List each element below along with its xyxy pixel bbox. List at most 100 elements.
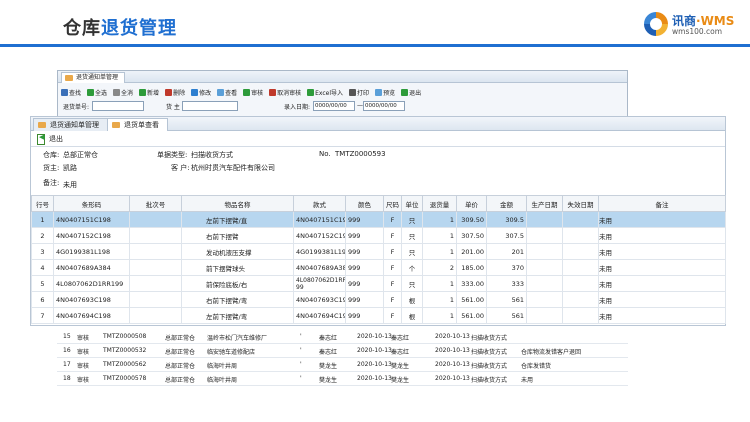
cell-price: 333.00 [456,275,487,292]
column-header[interactable]: 单价 [456,195,487,212]
list-cell-no: TMTZ0000532 [103,347,147,354]
tab-return-notice[interactable]: 退货通知单管理 [33,118,108,131]
cell-barcode: 4N0407152C198 [53,227,130,244]
cell-remark: 未用 [598,291,726,308]
cell-exp [562,243,599,260]
toolbar-button-12[interactable]: 退出 [401,88,421,97]
cell-style: 4G0199381L198 [293,243,346,260]
no-label: No. [319,150,331,158]
list-cell-idx: 17 [63,361,71,368]
toolbar-button-10[interactable]: 打印 [349,88,369,97]
list-cell-status: 审核 [77,349,90,356]
cell-size: F [383,211,402,228]
toolbar-button-label: 预览 [383,89,396,97]
date-from-input[interactable]: 0000/00/00 [313,101,355,111]
cell-price: 307.50 [456,227,487,244]
list-item[interactable]: 15 审核 TMTZ0000508 总部正常仓 温岭市松门汽车维修厂 ' 秦志红 2020-1… [57,330,628,344]
list-item[interactable]: 16 审核 TMTZ0000532 总部正常仓 临安驰车道修配店 ' 秦志红 2020-10-… [57,344,628,358]
cell-mfg [526,211,563,228]
toolbar-button-6[interactable]: 查看 [217,88,237,97]
toolbar-button-11[interactable]: 预览 [375,88,395,97]
column-header[interactable]: 尺码 [383,195,402,212]
warehouse-value: 总部正常仓 [63,151,98,159]
cell-color: 999 [345,307,384,324]
table-row[interactable]: 5 4L0807062D1RR199 前保险底板/右 4L0807062D1RR1 9… [31,275,726,292]
owner-input[interactable] [182,101,238,111]
folder-icon [65,75,73,81]
cell-qty: 1 [422,291,457,308]
toolbar-button-label: 取消审核 [277,89,302,97]
list-item[interactable]: 18 审核 TMTZ0000578 总部正常仓 临海叶井周 ' 樊龙生 2020-10-13 樊… [57,372,628,386]
column-header[interactable]: 款式 [293,195,346,212]
exit-button[interactable]: 退出 [37,133,63,145]
table-row[interactable]: 1 4N0407151C198 左前下摆臂/直 4N0407151C198 999 F 只 1… [31,211,726,228]
list-cell-date: 2020-10-13 [357,333,392,340]
column-header[interactable]: 条形码 [53,195,130,212]
items-table: 行号 条形码 批次号 物品名称 款式 颜色 尺码 单位 退货量 单价 金额 生产日期 失效日期 备注 14… [31,195,726,324]
column-header[interactable]: 金额 [486,195,527,212]
bg-list: 15 审核 TMTZ0000508 总部正常仓 温岭市松门汽车维修厂 ' 秦志红 2020-1… [57,330,628,390]
toolbar-button-8[interactable]: 取消审核 [269,88,301,97]
table-row[interactable]: 3 4G0199381L198 发动机液压支撑 4G0199381L198 999 F 只 1… [31,243,726,260]
cell-barcode: 4L0807062D1RR199 [53,275,130,292]
toolbar-button-9[interactable]: Excel导入 [307,88,343,97]
toolbar-button-7[interactable]: 审核 [243,88,263,97]
column-header[interactable]: 备注 [598,195,726,212]
table-row[interactable]: 7 4N0407694C198 左前下摆臂/弯 4N0407694C198 999 F 根 1… [31,307,726,324]
list-item[interactable]: 17 审核 TMTZ0000562 总部正常仓 临海叶井周 ' 樊龙生 2020-10-13 樊… [57,358,628,372]
exit-label: 退出 [49,134,63,143]
edit-icon [191,88,199,96]
toolbar-button-5[interactable]: 修改 [191,88,211,97]
toolbar-button-3[interactable]: 新增 [139,88,159,97]
table-row[interactable]: 4 4N0407689A384 前下摆臂球头 4N0407689A384 999 F 个 2 1… [31,259,726,276]
cell-unit: 只 [401,275,423,292]
list-cell-idx: 15 [63,333,71,340]
cell-name: 右前下摆臂 [181,227,294,244]
list-cell-user2: 秦志红 [391,335,410,342]
list-cell-date2: 2020-10-13 [435,361,470,368]
cell-name: 前下摆臂球头 [181,259,294,276]
toolbar-button-4[interactable]: 删除 [165,88,185,97]
cell-remark: 未用 [598,275,726,292]
preview-icon [375,88,383,96]
column-header[interactable]: 生产日期 [526,195,563,212]
cell-mfg [526,243,563,260]
cell-price: 201.00 [456,243,487,260]
toolbar-button-0[interactable]: 查找 [61,88,81,97]
order-no-input[interactable] [92,101,144,111]
list-cell-type: 扫描收货方式 [471,349,508,356]
column-header[interactable]: 物品名称 [181,195,294,212]
column-header[interactable]: 失效日期 [562,195,599,212]
checkbox-icon [87,88,95,96]
date-to-input[interactable]: 0000/00/00 [363,101,405,111]
check-icon [243,88,251,96]
column-header[interactable]: 单位 [401,195,423,212]
column-header[interactable]: 颜色 [345,195,384,212]
list-cell-type: 扫描收货方式 [471,377,508,384]
bg-search-bar: 退货单号: 货 主 录入日期: 0000/00/00 — 0000/00/00 [58,101,627,113]
table-row[interactable]: 6 4N0407693C198 右前下摆臂/弯 4N0407693C198 999 F 根 1… [31,291,726,308]
view-icon [217,88,225,96]
toolbar-button-label: 查找 [69,89,82,97]
toolbar-button-2[interactable]: 全消 [113,88,133,97]
bg-tab-notice[interactable]: 退货通知单管理 [61,72,126,83]
column-header[interactable]: 行号 [31,195,54,212]
cell-price: 561.00 [456,307,487,324]
column-header[interactable]: 退货量 [422,195,457,212]
customer-value: 杭州时贯汽车配件有限公司 [191,164,275,172]
cell-unit: 只 [401,227,423,244]
tab-return-view[interactable]: 退货单查看 [107,118,168,131]
column-header[interactable]: 批次号 [129,195,182,212]
cell-mfg [526,291,563,308]
cell-qty: 2 [422,259,457,276]
cell-color: 999 [345,227,384,244]
table-row[interactable]: 2 4N0407152C198 右前下摆臂 4N0407152C198 999 F 只 1 30… [31,227,726,244]
cell-exp [562,275,599,292]
cell-amount: 307.5 [486,227,527,244]
list-cell-user: 秦志红 [319,335,338,342]
toolbar-button-1[interactable]: 全选 [87,88,107,97]
cell-no: 7 [31,307,54,324]
exit-icon [37,133,46,145]
cell-qty: 1 [422,227,457,244]
cell-style: 4N0407152C198 [293,227,346,244]
